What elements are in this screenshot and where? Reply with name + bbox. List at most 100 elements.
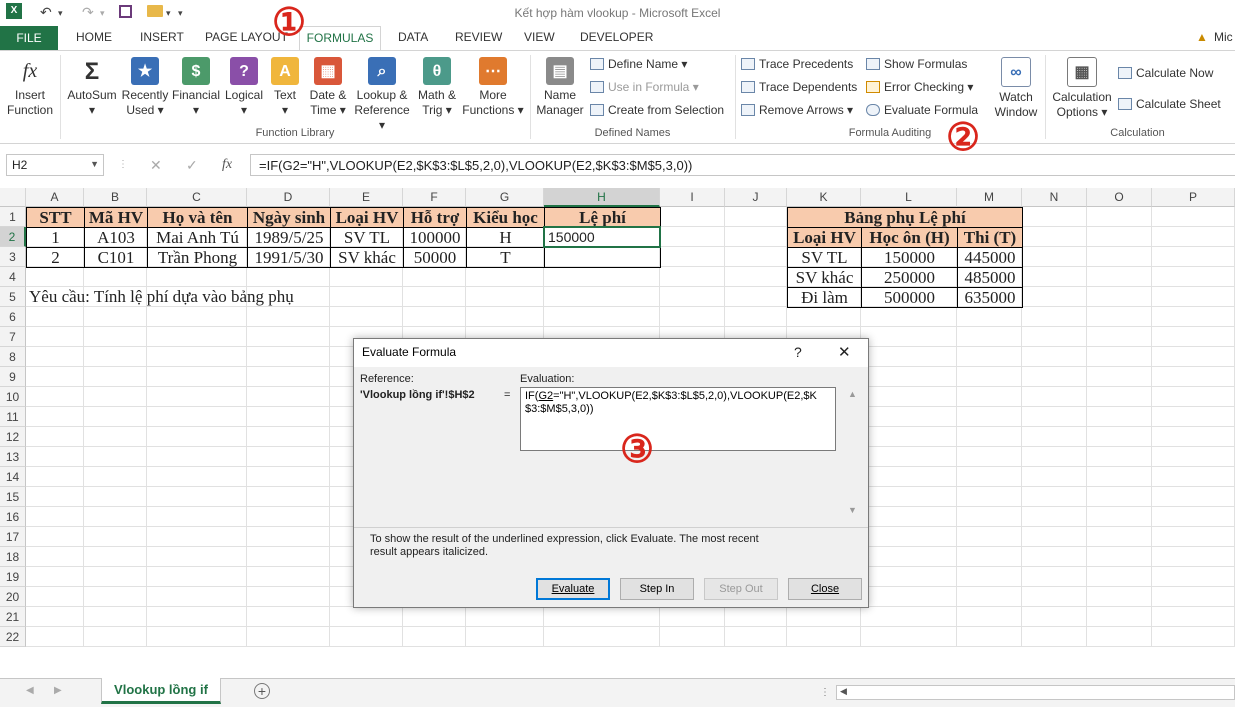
column-header-p[interactable]: P	[1152, 188, 1235, 207]
aux-table-header[interactable]: Loại HV	[787, 227, 862, 248]
horizontal-scrollbar[interactable]: ◀	[836, 685, 1235, 700]
row-header-18[interactable]: 18	[0, 547, 26, 567]
sheet-tab-vlookup[interactable]: Vlookup lồng if	[101, 678, 221, 704]
evaluation-scrollbar[interactable]: ▲ ▼	[846, 387, 860, 521]
aux-table-cell[interactable]: SV TL	[787, 247, 862, 268]
tab-formulas[interactable]: FORMULAS	[299, 26, 381, 50]
main-table-cell[interactable]: Trần Phong	[147, 247, 248, 268]
column-header-a[interactable]: A	[26, 188, 84, 207]
row-header-20[interactable]: 20	[0, 587, 26, 607]
row-header-11[interactable]: 11	[0, 407, 26, 427]
add-sheet-icon[interactable]: +	[254, 683, 270, 699]
main-table-header[interactable]: Hỗ trợ	[403, 207, 467, 228]
tab-data[interactable]: DATA	[398, 30, 428, 44]
step-out-button[interactable]: Step Out	[704, 578, 778, 600]
column-header-e[interactable]: E	[330, 188, 403, 207]
main-table-cell[interactable]: A103	[84, 227, 148, 248]
main-table-header[interactable]: Mã HV	[84, 207, 148, 228]
main-table-cell[interactable]	[544, 247, 661, 268]
aux-table-cell[interactable]: 150000	[861, 247, 958, 268]
main-table-cell[interactable]: 100000	[403, 227, 467, 248]
name-box[interactable]: H2 ▼	[6, 154, 104, 176]
main-table-cell[interactable]: SV khác	[330, 247, 404, 268]
row-header-14[interactable]: 14	[0, 467, 26, 487]
calculate-now-button[interactable]: Calculate Now	[1118, 66, 1213, 80]
aux-table-cell[interactable]: 250000	[861, 267, 958, 288]
evaluate-button[interactable]: Evaluate	[536, 578, 610, 600]
tab-review[interactable]: REVIEW	[455, 30, 502, 44]
cancel-icon[interactable]: ✕	[150, 157, 162, 174]
aux-table-cell[interactable]: 485000	[957, 267, 1023, 288]
aux-table-cell[interactable]: 445000	[957, 247, 1023, 268]
create-from-selection-button[interactable]: Create from Selection	[590, 103, 724, 117]
row-header-12[interactable]: 12	[0, 427, 26, 447]
row-header-4[interactable]: 4	[0, 267, 26, 287]
autosum-button[interactable]: Σ AutoSum ▾	[66, 57, 118, 118]
column-header-m[interactable]: M	[957, 188, 1022, 207]
column-header-f[interactable]: F	[403, 188, 466, 207]
close-icon[interactable]: ✕	[838, 343, 851, 361]
trace-dependents-button[interactable]: Trace Dependents	[741, 80, 857, 94]
tab-view[interactable]: VIEW	[524, 30, 555, 44]
tab-home[interactable]: HOME	[76, 30, 112, 44]
main-table-header[interactable]: STT	[26, 207, 85, 228]
math-trig-button[interactable]: θ Math & Trig ▾	[412, 57, 462, 118]
aux-table-cell[interactable]: Đi làm	[787, 287, 862, 308]
column-header-o[interactable]: O	[1087, 188, 1152, 207]
row-header-7[interactable]: 7	[0, 327, 26, 347]
use-in-formula-button[interactable]: Use in Formula ▾	[590, 80, 699, 94]
scroll-right-icon[interactable]: ▶	[54, 685, 62, 696]
insert-function-button[interactable]: fx Insert Function	[4, 57, 56, 118]
logical-button[interactable]: ? Logical ▾	[223, 57, 265, 118]
main-table-cell[interactable]: 2	[26, 247, 85, 268]
scroll-left-icon[interactable]: ◀	[26, 685, 34, 696]
main-table-cell[interactable]: 50000	[403, 247, 467, 268]
text-button[interactable]: A Text ▾	[267, 57, 303, 118]
main-table-cell[interactable]: T	[466, 247, 545, 268]
aux-table-cell[interactable]: SV khác	[787, 267, 862, 288]
row-header-10[interactable]: 10	[0, 387, 26, 407]
row-header-13[interactable]: 13	[0, 447, 26, 467]
scroll-up-icon[interactable]: ▲	[848, 389, 857, 399]
lookup-reference-button[interactable]: ⌕ Lookup & Reference ▾	[352, 57, 412, 133]
formula-input[interactable]: =IF(G2="H",VLOOKUP(E2,$K$3:$L$5,2,0),VLO…	[250, 154, 1235, 176]
row-header-6[interactable]: 6	[0, 307, 26, 327]
remove-arrows-button[interactable]: Remove Arrows ▾	[741, 103, 853, 117]
row-header-8[interactable]: 8	[0, 347, 26, 367]
aux-table-cell[interactable]: 500000	[861, 287, 958, 308]
error-checking-button[interactable]: Error Checking ▾	[866, 80, 973, 94]
requirement-text[interactable]: Yêu cầu: Tính lệ phí dựa vào bảng phụ	[26, 287, 545, 308]
select-all-corner[interactable]	[0, 188, 26, 207]
row-header-1[interactable]: 1	[0, 207, 26, 227]
row-header-5[interactable]: 5	[0, 287, 26, 307]
calculate-sheet-button[interactable]: Calculate Sheet	[1118, 97, 1221, 111]
main-table-header[interactable]: Kiểu học	[466, 207, 545, 228]
main-table-header[interactable]: Họ và tên	[147, 207, 248, 228]
main-table-cell[interactable]: 1	[26, 227, 85, 248]
column-header-k[interactable]: K	[787, 188, 861, 207]
define-name-button[interactable]: Define Name ▾	[590, 57, 687, 71]
help-button[interactable]: ?	[794, 344, 802, 360]
tab-insert[interactable]: INSERT	[140, 30, 184, 44]
row-header-22[interactable]: 22	[0, 627, 26, 647]
column-header-d[interactable]: D	[247, 188, 330, 207]
trace-precedents-button[interactable]: Trace Precedents	[741, 57, 853, 71]
account-name[interactable]: Mic	[1214, 30, 1233, 44]
row-header-9[interactable]: 9	[0, 367, 26, 387]
main-table-cell[interactable]: Mai Anh Tú	[147, 227, 248, 248]
calculation-options-button[interactable]: ▦ Calculation Options ▾	[1050, 57, 1114, 120]
more-functions-button[interactable]: ⋯ More Functions ▾	[461, 57, 525, 118]
aux-table-header[interactable]: Thi (T)	[957, 227, 1023, 248]
row-header-2[interactable]: 2	[0, 227, 26, 247]
recently-used-button[interactable]: ★ Recently Used ▾	[121, 57, 169, 118]
column-header-j[interactable]: J	[725, 188, 787, 207]
date-time-button[interactable]: ▦ Date & Time ▾	[305, 57, 351, 118]
evaluate-formula-button[interactable]: Evaluate Formula	[866, 103, 978, 117]
main-table-header[interactable]: Ngày sinh	[247, 207, 331, 228]
column-header-l[interactable]: L	[861, 188, 957, 207]
main-table-header[interactable]: Lệ phí	[544, 207, 661, 228]
column-header-i[interactable]: I	[660, 188, 725, 207]
main-table-cell[interactable]: 1991/5/30	[247, 247, 331, 268]
name-manager-button[interactable]: ▤ Name Manager	[534, 57, 586, 118]
aux-table-title[interactable]: Bảng phụ Lệ phí	[787, 207, 1023, 228]
